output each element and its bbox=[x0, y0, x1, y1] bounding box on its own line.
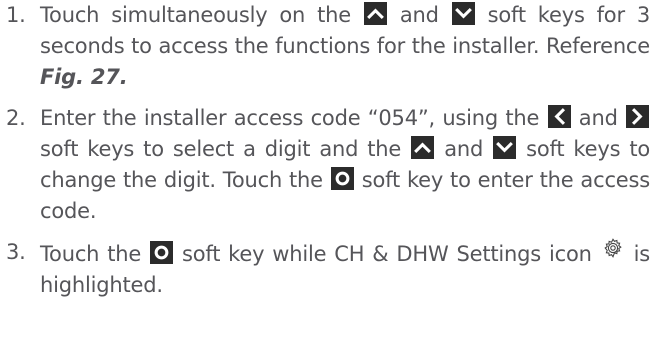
up-arrow-key-icon bbox=[411, 136, 435, 159]
right-arrow-key-icon bbox=[626, 105, 650, 128]
step-text-fragment: and bbox=[435, 137, 493, 161]
step-text-fragment: soft keys to select a digit and the bbox=[40, 137, 411, 161]
down-arrow-key-icon bbox=[493, 136, 517, 159]
step-text-fragment: Touch the bbox=[40, 242, 150, 266]
step-text: Enter the installer access code “054”, u… bbox=[40, 103, 650, 227]
step-2: 2. Enter the installer access code “054”… bbox=[0, 103, 650, 227]
step-text-fragment: Enter the installer access code “054”, u… bbox=[40, 106, 547, 130]
up-arrow-key-icon bbox=[363, 2, 387, 25]
step-3: 3. Touch the soft key while CH & DHW Set… bbox=[0, 237, 650, 301]
ok-key-icon bbox=[330, 167, 354, 190]
step-text-fragment: and bbox=[571, 106, 626, 130]
step-number: 2. bbox=[6, 106, 26, 130]
step-number: 1. bbox=[6, 3, 26, 27]
step-text: Touch the soft key while CH & DHW Settin… bbox=[40, 237, 650, 301]
instruction-list: 1. Touch simultaneously on the and soft … bbox=[0, 0, 650, 301]
settings-gear-icon bbox=[602, 237, 624, 259]
step-text-fragment: Touch simultaneously on the bbox=[40, 3, 363, 27]
left-arrow-key-icon bbox=[547, 105, 571, 128]
step-text-fragment: and bbox=[387, 3, 451, 27]
step-number: 3. bbox=[6, 240, 26, 264]
step-text: Touch simultaneously on the and soft key… bbox=[40, 0, 650, 93]
step-text-fragment: soft key while CH & DHW Settings icon bbox=[174, 242, 600, 266]
ok-key-icon bbox=[150, 241, 174, 264]
down-arrow-key-icon bbox=[451, 2, 475, 25]
step-1: 1. Touch simultaneously on the and soft … bbox=[0, 0, 650, 93]
figure-reference: Fig. 27. bbox=[40, 65, 128, 89]
